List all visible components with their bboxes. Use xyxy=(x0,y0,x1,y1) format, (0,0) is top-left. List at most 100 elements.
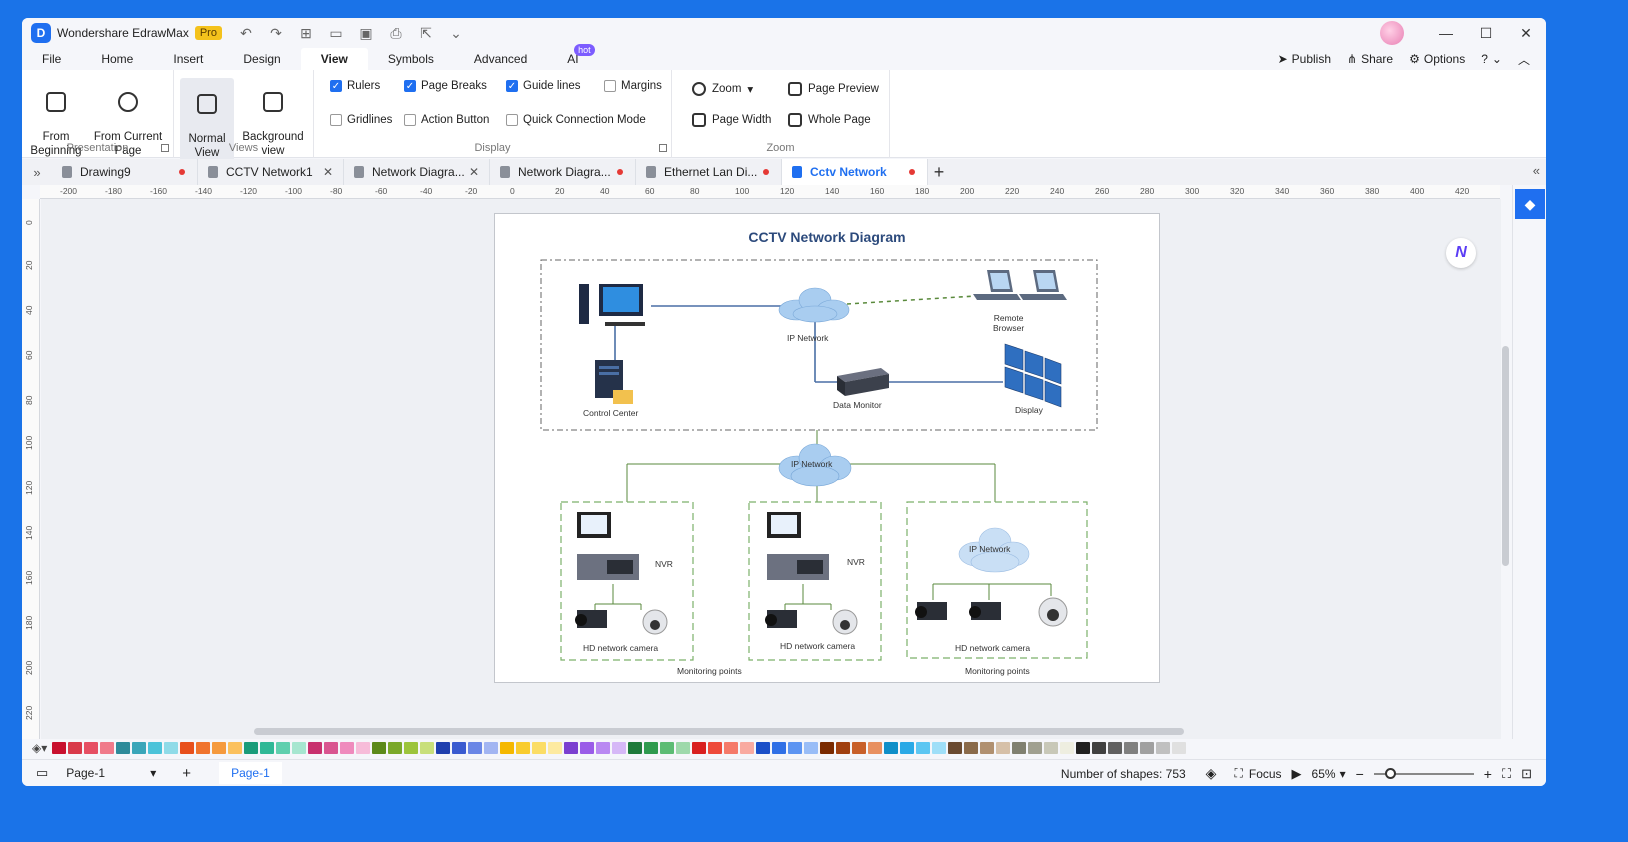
save-icon[interactable]: ▣ xyxy=(358,25,374,42)
quick-connection-checkbox[interactable]: Quick Connection Mode xyxy=(506,114,646,126)
menu-symbols[interactable]: Symbols xyxy=(368,48,454,70)
color-swatch[interactable] xyxy=(612,742,626,754)
color-swatch[interactable] xyxy=(356,742,370,754)
focus-button[interactable]: ⛶ Focus xyxy=(1234,766,1281,781)
presentation-launcher-icon[interactable] xyxy=(161,144,169,152)
color-swatch[interactable] xyxy=(996,742,1010,754)
color-swatch[interactable] xyxy=(292,742,306,754)
color-swatch[interactable] xyxy=(1140,742,1154,754)
color-swatch[interactable] xyxy=(212,742,226,754)
ai-assistant-icon[interactable]: N xyxy=(1446,238,1476,268)
tab-2[interactable]: Network Diagra... ✕ xyxy=(344,159,490,185)
color-swatch[interactable] xyxy=(548,742,562,754)
page-tab-1[interactable]: Page-1 xyxy=(219,762,282,784)
collapse-right-panel-icon[interactable]: « xyxy=(1533,163,1540,178)
play-icon[interactable]: ▶ xyxy=(1292,766,1302,782)
color-swatch[interactable] xyxy=(68,742,82,754)
color-swatch[interactable] xyxy=(692,742,706,754)
fill-color-icon[interactable]: ◈▾ xyxy=(32,741,52,755)
color-swatch[interactable] xyxy=(196,742,210,754)
zoom-out-icon[interactable]: − xyxy=(1356,766,1364,782)
close-tab-icon[interactable]: ✕ xyxy=(469,165,479,179)
color-swatch[interactable] xyxy=(1012,742,1026,754)
add-tab-icon[interactable]: + xyxy=(928,162,950,183)
zoom-level[interactable]: 65% ▾ xyxy=(1312,767,1346,781)
collapse-ribbon-icon[interactable]: ︿ xyxy=(1518,51,1530,68)
label-hd-camera-2[interactable]: HD network camera xyxy=(780,641,855,651)
color-swatch[interactable] xyxy=(340,742,354,754)
menu-view[interactable]: View xyxy=(300,48,368,70)
color-swatch[interactable] xyxy=(1028,742,1042,754)
menu-file[interactable]: File xyxy=(22,48,81,70)
tab-4[interactable]: Ethernet Lan Di... xyxy=(636,159,782,185)
gridlines-checkbox[interactable]: Gridlines xyxy=(330,114,392,126)
color-swatch[interactable] xyxy=(132,742,146,754)
menu-ai[interactable]: AI hot xyxy=(547,44,598,70)
zoom-in-icon[interactable]: + xyxy=(1484,766,1492,782)
label-ip-network-top[interactable]: IP Network xyxy=(787,333,828,343)
color-swatch[interactable] xyxy=(948,742,962,754)
color-swatch[interactable] xyxy=(180,742,194,754)
label-nvr-2[interactable]: NVR xyxy=(847,557,865,567)
label-data-monitor[interactable]: Data Monitor xyxy=(833,400,882,410)
label-ip-network-mid[interactable]: IP Network xyxy=(791,459,832,469)
menu-insert[interactable]: Insert xyxy=(153,48,223,70)
add-page-icon[interactable]: + xyxy=(182,765,191,782)
color-swatch[interactable] xyxy=(724,742,738,754)
color-swatch[interactable] xyxy=(564,742,578,754)
color-swatch[interactable] xyxy=(116,742,130,754)
color-swatch[interactable] xyxy=(1172,742,1186,754)
redo-icon[interactable]: ↷ xyxy=(268,25,284,42)
color-swatch[interactable] xyxy=(788,742,802,754)
color-swatch[interactable] xyxy=(468,742,482,754)
color-swatch[interactable] xyxy=(388,742,402,754)
color-swatch[interactable] xyxy=(484,742,498,754)
color-swatch[interactable] xyxy=(1124,742,1138,754)
maximize-icon[interactable]: ☐ xyxy=(1466,25,1506,42)
page-selector[interactable]: Page-1 ▾ xyxy=(66,766,156,780)
color-swatch[interactable] xyxy=(852,742,866,754)
color-swatch[interactable] xyxy=(676,742,690,754)
pro-badge[interactable]: Pro xyxy=(194,26,222,40)
color-swatch[interactable] xyxy=(644,742,658,754)
publish-button[interactable]: ➤ Publish xyxy=(1278,52,1331,66)
zoom-slider-knob[interactable] xyxy=(1384,767,1396,779)
customize-chevron-icon[interactable]: ⌄ xyxy=(448,25,464,42)
color-swatch[interactable] xyxy=(452,742,466,754)
options-button[interactable]: ⚙ Options xyxy=(1409,52,1465,66)
rulers-checkbox[interactable]: ✓ Rulers xyxy=(330,80,380,92)
margins-checkbox[interactable]: Margins xyxy=(604,80,662,92)
color-swatch[interactable] xyxy=(260,742,274,754)
tab-5[interactable]: Cctv Network xyxy=(782,159,928,185)
diagram-title[interactable]: CCTV Network Diagram xyxy=(495,229,1159,245)
whole-page-button[interactable]: Whole Page xyxy=(788,113,871,127)
color-swatch[interactable] xyxy=(164,742,178,754)
label-hd-camera-1[interactable]: HD network camera xyxy=(583,643,658,653)
color-swatch[interactable] xyxy=(324,742,338,754)
page-panel-icon[interactable]: ▭ xyxy=(36,765,48,781)
label-ip-network-right[interactable]: IP Network xyxy=(969,544,1010,554)
color-swatch[interactable] xyxy=(964,742,978,754)
color-swatch[interactable] xyxy=(404,742,418,754)
action-button-checkbox[interactable]: Action Button xyxy=(404,114,489,126)
menu-advanced[interactable]: Advanced xyxy=(454,48,547,70)
color-swatch[interactable] xyxy=(708,742,722,754)
color-swatch[interactable] xyxy=(420,742,434,754)
guide-lines-checkbox[interactable]: ✓ Guide lines xyxy=(506,80,581,92)
color-swatch[interactable] xyxy=(436,742,450,754)
avatar[interactable] xyxy=(1380,21,1404,45)
label-control-center[interactable]: Control Center xyxy=(583,408,638,418)
color-swatch[interactable] xyxy=(1092,742,1106,754)
help-button[interactable]: ? ⌄ xyxy=(1481,52,1502,66)
page-preview-button[interactable]: Page Preview xyxy=(788,82,879,96)
paint-bucket-icon[interactable]: ◆ xyxy=(1515,189,1545,219)
color-swatch[interactable] xyxy=(276,742,290,754)
color-swatch[interactable] xyxy=(804,742,818,754)
fit-page-icon[interactable]: ⛶ xyxy=(1502,766,1511,782)
color-swatch[interactable] xyxy=(916,742,930,754)
color-swatch[interactable] xyxy=(1044,742,1058,754)
display-launcher-icon[interactable] xyxy=(659,144,667,152)
print-icon[interactable]: ⎙ xyxy=(388,25,404,42)
color-swatch[interactable] xyxy=(900,742,914,754)
color-swatch[interactable] xyxy=(228,742,242,754)
